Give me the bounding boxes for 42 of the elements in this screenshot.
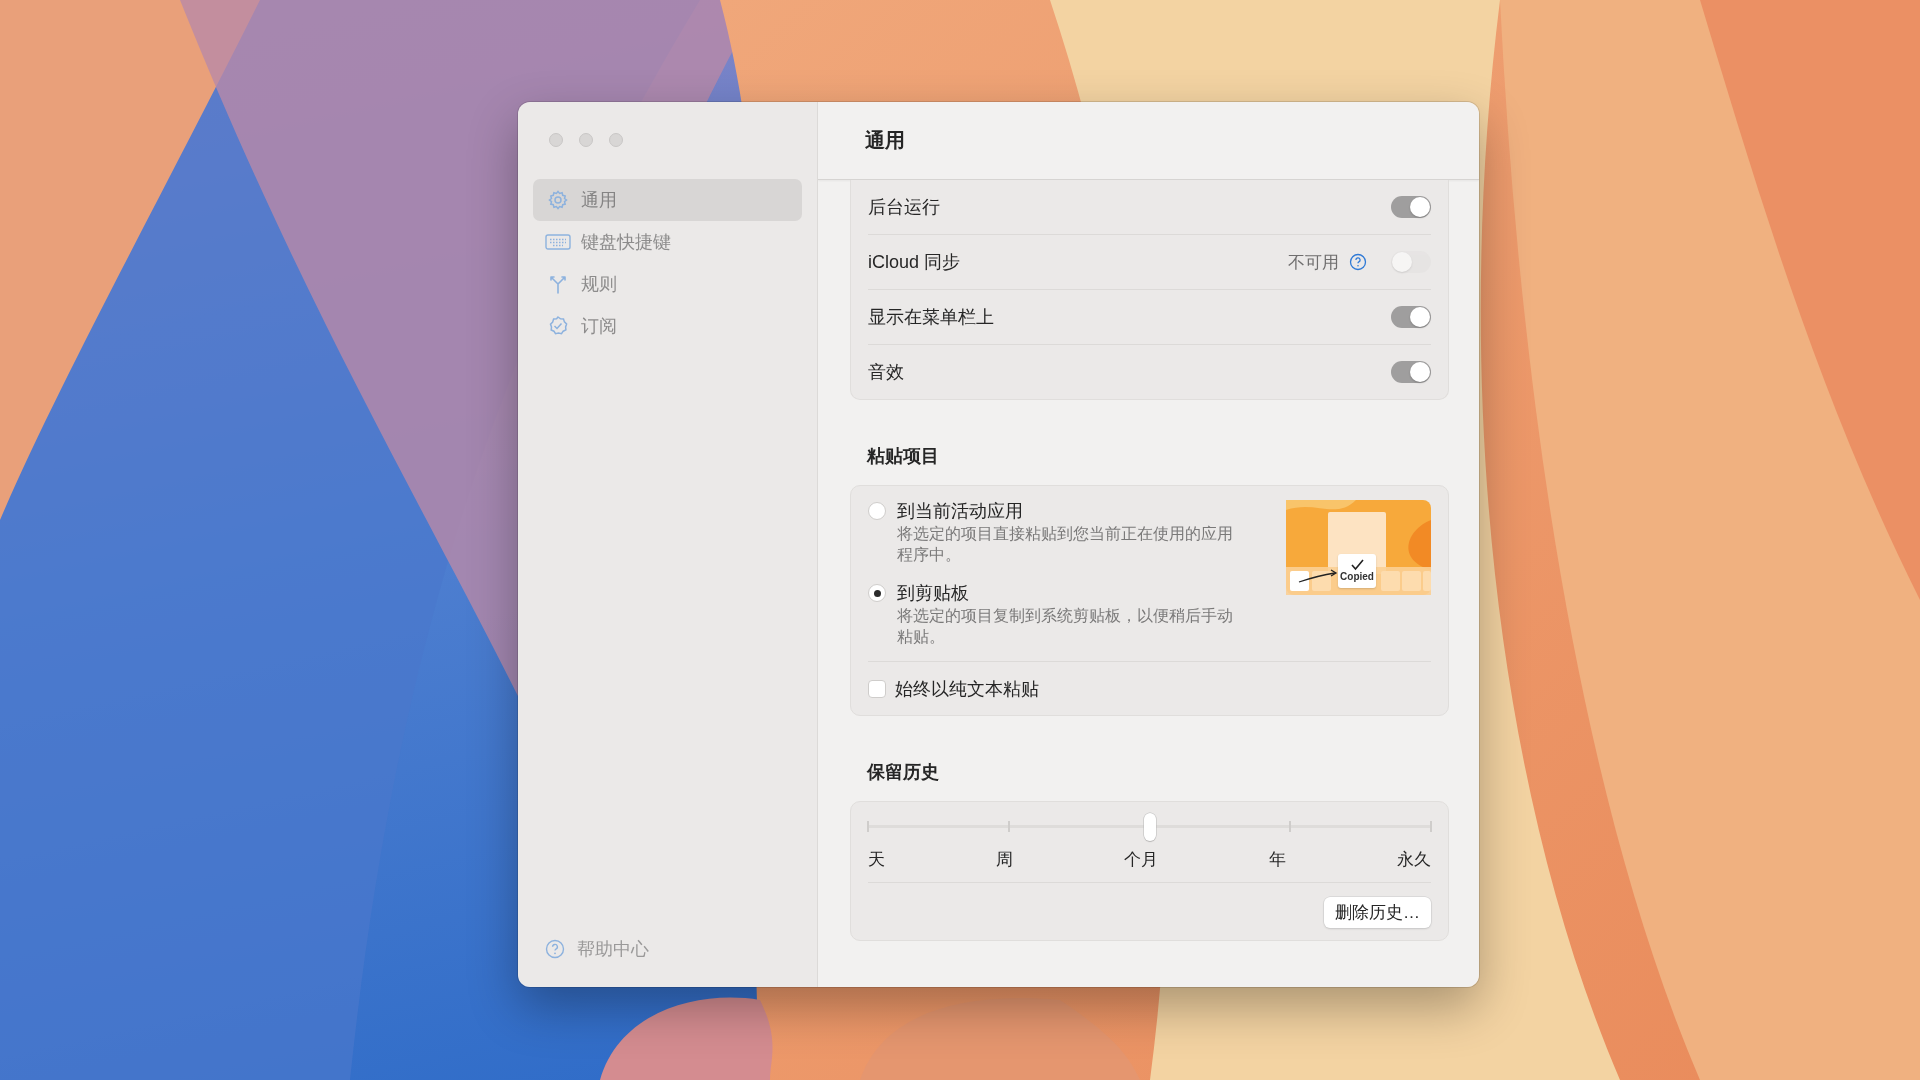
option-description: 将选定的项目直接粘贴到您当前正在使用的应用程序中。 — [897, 524, 1234, 565]
option-label: 到当前活动应用 — [897, 500, 1024, 523]
help-icon[interactable] — [545, 939, 565, 959]
section-heading: 粘贴项目 — [867, 445, 940, 468]
setting-label: iCloud 同步 — [868, 251, 962, 274]
verified-badge-icon — [547, 315, 569, 337]
sidebar-item[interactable]: 键盘快捷键 — [533, 221, 802, 263]
setting-label: 显示在菜单栏上 — [868, 306, 995, 329]
sidebar-item[interactable]: 通用 — [533, 179, 802, 221]
toggle-switch[interactable] — [1391, 306, 1431, 328]
slider-label: 永久 — [1397, 848, 1431, 871]
toggle-switch[interactable] — [1391, 361, 1431, 383]
checkbox[interactable] — [868, 679, 886, 698]
checkbox-label: 始终以纯文本粘贴 — [895, 677, 1039, 701]
close-button[interactable] — [549, 133, 563, 147]
keyboard-icon — [545, 233, 571, 251]
help-icon[interactable] — [1349, 253, 1367, 271]
sidebar-item[interactable]: 订阅 — [533, 305, 802, 347]
slider-thumb[interactable] — [1143, 813, 1156, 841]
delete-history-button[interactable]: 删除历史… — [1324, 897, 1431, 928]
checkmark-icon — [1350, 559, 1364, 571]
section-heading: 保留历史 — [867, 761, 940, 784]
branch-icon — [547, 273, 569, 295]
help-center-link[interactable]: 帮助中心 — [577, 937, 649, 961]
zoom-button[interactable] — [609, 133, 623, 147]
setting-label: 音效 — [868, 361, 905, 384]
slider-label: 年 — [1269, 848, 1286, 871]
option-label: 到剪贴板 — [897, 582, 970, 605]
sidebar-item[interactable]: 规则 — [533, 263, 802, 305]
minimize-button[interactable] — [579, 133, 593, 147]
slider-label: 个月 — [1124, 848, 1158, 871]
gear-icon — [547, 189, 569, 211]
toggle-switch[interactable] — [1391, 196, 1431, 218]
badge-label: Copied — [1340, 571, 1374, 583]
slider-label: 周 — [996, 848, 1013, 871]
status-label: 不可用 — [1288, 251, 1339, 274]
radio-button[interactable] — [868, 584, 886, 602]
option-description: 将选定的项目复制到系统剪贴板，以便稍后手动粘贴。 — [897, 606, 1234, 647]
setting-label: 后台运行 — [868, 196, 941, 219]
slider-track[interactable] — [868, 812, 1431, 842]
radio-button[interactable] — [868, 502, 886, 520]
slider-label: 天 — [868, 848, 885, 871]
